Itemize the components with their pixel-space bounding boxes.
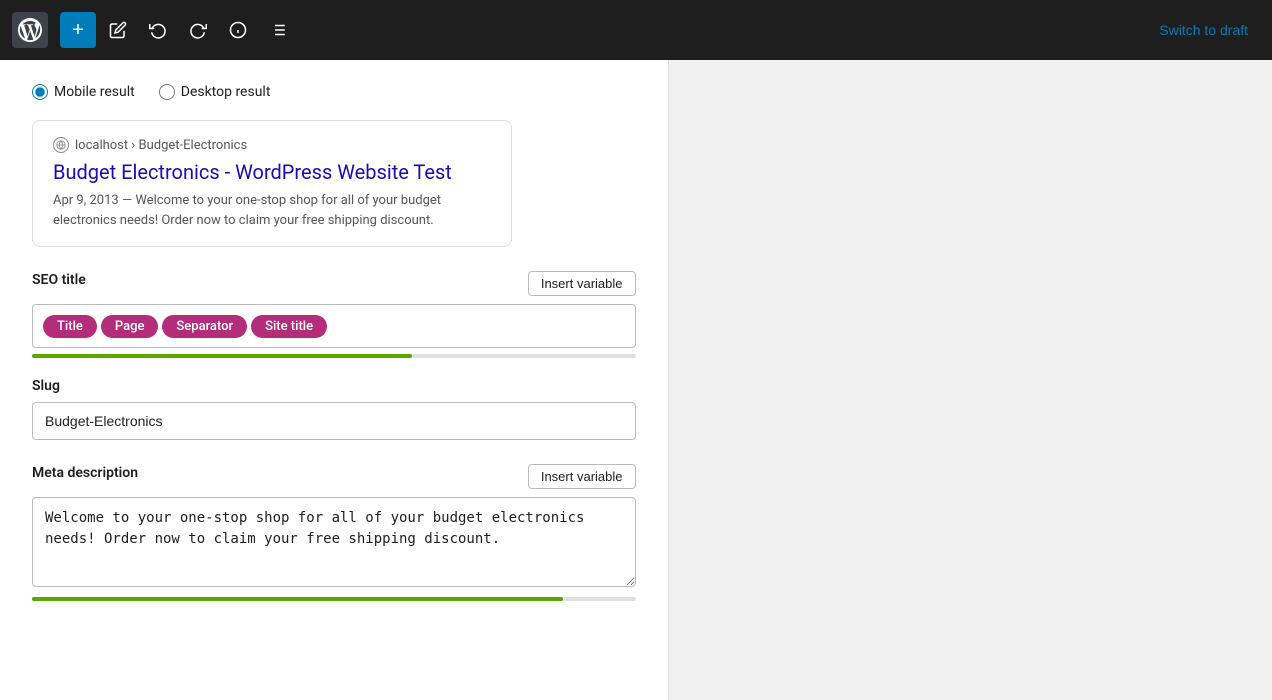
mobile-result-radio[interactable] xyxy=(32,84,48,100)
mobile-result-text: Mobile result xyxy=(54,84,135,100)
preview-title: Budget Electronics - WordPress Website T… xyxy=(53,159,491,185)
seo-tag-title[interactable]: Title xyxy=(43,315,97,338)
seo-title-progress-fill xyxy=(32,354,412,358)
meta-description-label: Meta description xyxy=(32,465,138,481)
preview-url-bar: localhost › Budget-Electronics xyxy=(53,137,491,153)
mobile-result-label[interactable]: Mobile result xyxy=(32,84,135,100)
seo-title-field[interactable]: Title Page Separator Site title xyxy=(32,304,636,348)
preview-url-text: localhost › Budget-Electronics xyxy=(75,138,247,153)
add-button[interactable]: + xyxy=(60,12,96,48)
main-area: Mobile result Desktop result localhost ›… xyxy=(0,60,1272,700)
edit-button[interactable] xyxy=(100,12,136,48)
seo-tag-site-title[interactable]: Site title xyxy=(251,315,327,338)
search-preview-card: localhost › Budget-Electronics Budget El… xyxy=(32,120,512,247)
meta-description-progress-bar xyxy=(32,597,636,601)
redo-button[interactable] xyxy=(180,12,216,48)
seo-title-section-header: SEO title Insert variable xyxy=(32,271,636,296)
preview-separator: — xyxy=(122,193,135,208)
desktop-result-text: Desktop result xyxy=(181,84,271,100)
edit-icon xyxy=(109,21,127,39)
meta-description-insert-variable-button[interactable]: Insert variable xyxy=(528,464,636,489)
info-icon xyxy=(229,21,247,39)
slug-label: Slug xyxy=(32,378,636,394)
globe-icon xyxy=(53,137,69,153)
right-panel xyxy=(668,60,1272,700)
redo-icon xyxy=(189,21,207,39)
list-view-button[interactable] xyxy=(260,12,296,48)
slug-input[interactable] xyxy=(32,402,636,440)
list-icon xyxy=(269,21,287,39)
wordpress-icon xyxy=(18,18,42,42)
meta-description-progress-fill xyxy=(32,597,563,601)
result-type-radio-group: Mobile result Desktop result xyxy=(32,84,636,100)
meta-description-section-header: Meta description Insert variable xyxy=(32,464,636,489)
seo-tag-separator[interactable]: Separator xyxy=(162,315,247,338)
desktop-result-label[interactable]: Desktop result xyxy=(159,84,271,100)
seo-title-progress-bar xyxy=(32,354,636,358)
seo-title-label: SEO title xyxy=(32,272,86,288)
switch-to-draft-button[interactable]: Switch to draft xyxy=(1147,16,1260,44)
meta-description-textarea[interactable]: Welcome to your one-stop shop for all of… xyxy=(32,497,636,587)
preview-date: Apr 9, 2013 xyxy=(53,193,119,208)
slug-section: Slug xyxy=(32,378,636,440)
info-button[interactable] xyxy=(220,12,256,48)
wp-logo xyxy=(12,12,48,48)
preview-meta: Apr 9, 2013 — Welcome to your one-stop s… xyxy=(53,191,491,230)
seo-title-insert-variable-button[interactable]: Insert variable xyxy=(528,271,636,296)
content-panel: Mobile result Desktop result localhost ›… xyxy=(0,60,668,700)
undo-icon xyxy=(149,21,167,39)
toolbar: + Switch xyxy=(0,0,1272,60)
seo-tag-page[interactable]: Page xyxy=(101,315,159,338)
desktop-result-radio[interactable] xyxy=(159,84,175,100)
undo-button[interactable] xyxy=(140,12,176,48)
